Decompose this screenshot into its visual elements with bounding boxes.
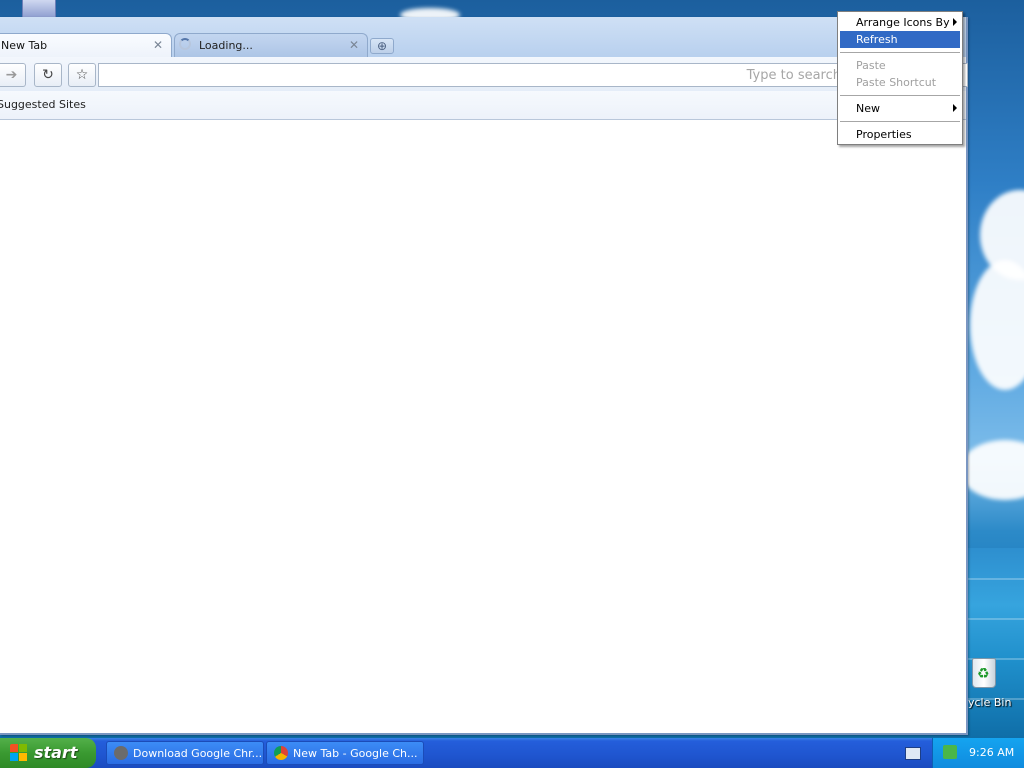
windows-logo-icon (10, 744, 28, 762)
menu-item-arrange-icons-by[interactable]: Arrange Icons By (840, 14, 960, 31)
menu-item-paste: Paste (840, 57, 960, 74)
menu-item-paste-shortcut: Paste Shortcut (840, 74, 960, 91)
recycle-bin-shortcut[interactable]: ♻ ycle Bin (964, 656, 1024, 716)
menu-item-properties[interactable]: Properties (840, 126, 960, 143)
tab-title: New Tab (1, 39, 48, 52)
cloud (960, 440, 1024, 500)
tab-loading[interactable]: Loading... ✕ (174, 33, 368, 57)
bookmark-suggested-sites[interactable]: Suggested Sites (0, 98, 86, 111)
menu-separator (840, 52, 960, 53)
menu-item-new[interactable]: New (840, 100, 960, 117)
tab-strip: New Tab ✕ Loading... ✕ ⊕ (0, 17, 966, 57)
close-icon[interactable]: ✕ (153, 38, 163, 52)
close-icon[interactable]: ✕ (349, 38, 359, 52)
recycle-bin-label: ycle Bin (968, 696, 1012, 709)
menu-item-label: Paste (856, 59, 886, 72)
bookmark-star-button[interactable]: ☆ (68, 63, 96, 87)
desktop-context-menu: Arrange Icons By Refresh Paste Paste Sho… (837, 11, 963, 145)
menu-item-label: Refresh (856, 33, 898, 46)
recycle-bin-icon: ♻ (972, 658, 996, 688)
menu-item-label: Arrange Icons By (856, 16, 950, 29)
forward-button[interactable]: ➔ (0, 63, 26, 87)
taskbar-item-label: Download Google Chr... (133, 747, 263, 760)
taskbar-item-download-chrome[interactable]: Download Google Chr... (106, 741, 264, 765)
taskbar-item-new-tab-chrome[interactable]: New Tab - Google Ch... (266, 741, 424, 765)
star-icon: ☆ (75, 67, 89, 83)
menu-separator (840, 95, 960, 96)
submenu-arrow-icon (953, 104, 957, 112)
reload-icon: ↻ (42, 67, 54, 83)
menu-item-label: Properties (856, 128, 912, 141)
navigation-toolbar: ➔ ↻ ☆ Type to search (0, 57, 968, 91)
keyboard-icon[interactable] (905, 747, 921, 760)
forward-arrow-icon: ➔ (5, 67, 18, 83)
menu-item-refresh[interactable]: Refresh (840, 31, 960, 48)
tab-title: Loading... (199, 39, 253, 52)
cloud (970, 260, 1024, 390)
reload-button[interactable]: ↻ (34, 63, 62, 87)
menu-separator (840, 121, 960, 122)
chrome-icon (274, 746, 288, 760)
tab-new-tab[interactable]: New Tab ✕ (0, 33, 172, 57)
network-icon[interactable] (943, 745, 957, 759)
omnibox-placeholder: Type to search (746, 68, 841, 83)
submenu-arrow-icon (953, 18, 957, 26)
loading-spinner-icon (179, 38, 191, 50)
start-label: start (34, 743, 78, 762)
browser-window: New Tab ✕ Loading... ✕ ⊕ ➔ ↻ ☆ Type to s… (0, 17, 968, 735)
bookmarks-bar: Suggested Sites (0, 91, 966, 120)
clock[interactable]: 9:26 AM (969, 746, 1014, 759)
new-tab-button[interactable]: ⊕ (370, 38, 394, 54)
menu-item-label: Paste Shortcut (856, 76, 937, 89)
page-content[interactable] (0, 120, 966, 733)
taskbar: start Download Google Chr... New Tab - G… (0, 738, 1024, 768)
chrome-download-icon (114, 746, 128, 760)
taskbar-item-label: New Tab - Google Ch... (293, 747, 418, 760)
start-button[interactable]: start (0, 738, 96, 768)
menu-item-label: New (856, 102, 880, 115)
system-tray: 9:26 AM (932, 738, 1024, 768)
